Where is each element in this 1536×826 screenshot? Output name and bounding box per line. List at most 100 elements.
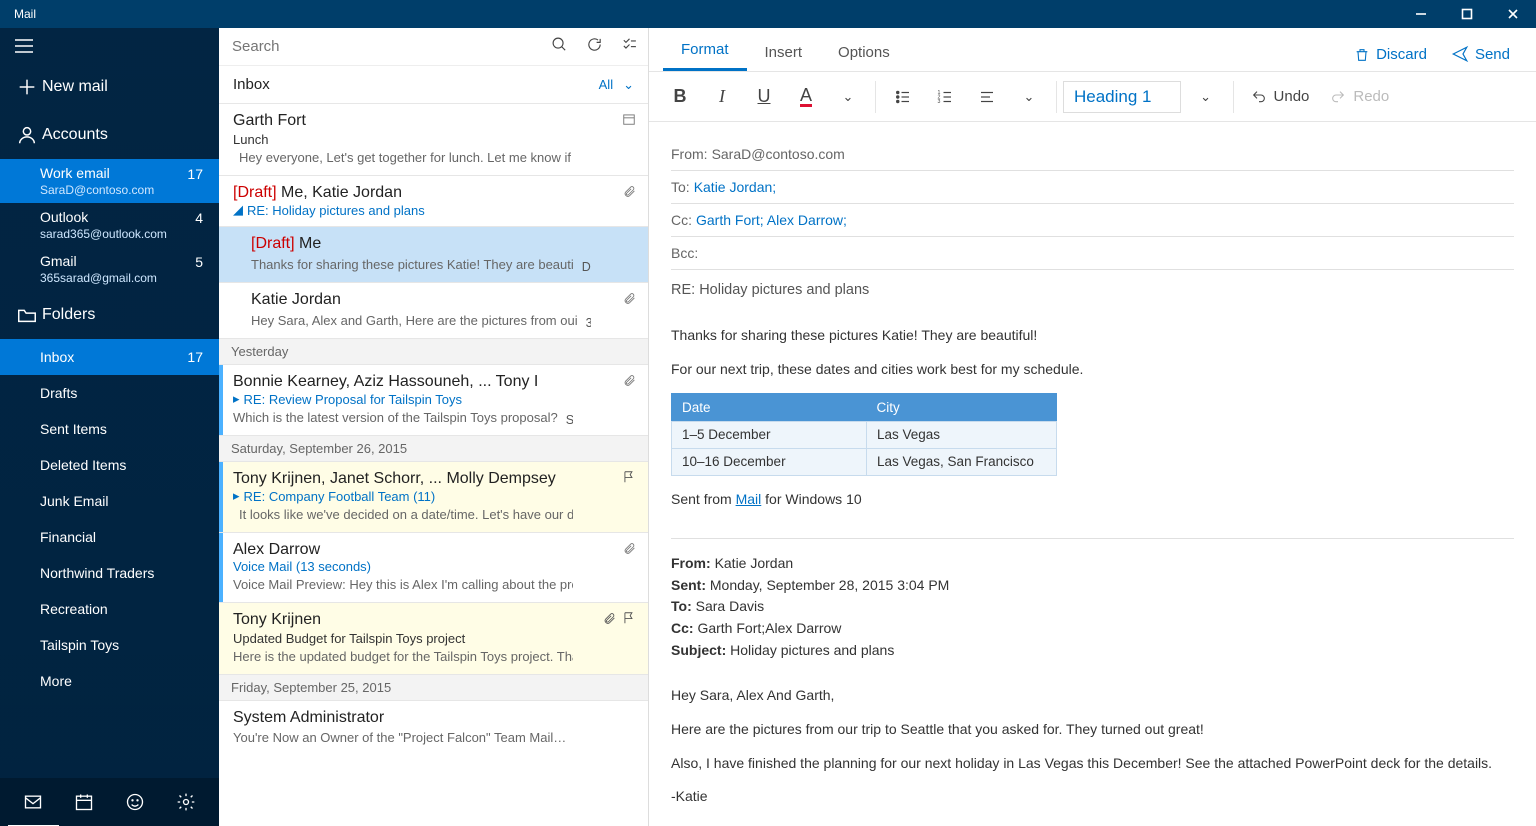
date-separator: Saturday, September 26, 2015: [219, 436, 648, 462]
more-paragraph-button[interactable]: ⌄: [1008, 77, 1050, 117]
bullets-button[interactable]: [882, 77, 924, 117]
new-mail-label: New mail: [42, 78, 203, 96]
folders-label: Folders: [42, 306, 203, 324]
search-icon[interactable]: [551, 36, 568, 57]
folder-junk[interactable]: Junk Email: [0, 483, 219, 519]
message-item[interactable]: Tony Krijnen, Janet Schorr, ... Molly De…: [219, 462, 648, 533]
flag-icon[interactable]: [622, 470, 636, 484]
from-field: From: SaraD@contoso.com: [671, 138, 1514, 171]
bold-button[interactable]: B: [659, 77, 701, 117]
folder-badge: 17: [187, 349, 203, 365]
svg-text:3: 3: [938, 99, 941, 105]
window-minimize-button[interactable]: [1398, 0, 1444, 28]
redo-button[interactable]: Redo: [1319, 88, 1399, 105]
account-badge: 17: [187, 165, 203, 182]
filter-dropdown[interactable]: All⌄: [599, 77, 634, 93]
folder-northwind[interactable]: Northwind Traders: [0, 555, 219, 591]
attachment-icon: [623, 184, 636, 199]
person-icon: [16, 124, 42, 146]
app-title: Mail: [14, 7, 36, 21]
expand-icon: ▸: [233, 391, 240, 407]
format-ribbon: B I U A ⌄ 123 ⌄ Heading 1 ⌄ Undo Redo: [649, 72, 1536, 122]
message-item[interactable]: Tony Krijnen Updated Budget for Tailspin…: [219, 603, 648, 675]
date-separator: Yesterday: [219, 339, 648, 365]
folder-sent[interactable]: Sent Items: [0, 411, 219, 447]
message-item-child[interactable]: Katie Jordan Hey Sara, Alex and Garth, H…: [219, 283, 648, 339]
new-mail-button[interactable]: New mail: [0, 63, 219, 111]
tab-insert[interactable]: Insert: [747, 34, 821, 71]
folder-more[interactable]: More: [0, 663, 219, 699]
feedback-icon[interactable]: [110, 778, 161, 826]
folder-recreation[interactable]: Recreation: [0, 591, 219, 627]
more-font-button[interactable]: ⌄: [827, 77, 869, 117]
sync-icon[interactable]: [586, 36, 603, 57]
bottom-bar: [0, 778, 219, 826]
folder-tailspin[interactable]: Tailspin Toys: [0, 627, 219, 663]
window-maximize-button[interactable]: [1444, 0, 1490, 28]
underline-button[interactable]: U: [743, 77, 785, 117]
accounts-label: Accounts: [42, 126, 203, 144]
collapse-icon: ◢: [233, 202, 243, 218]
date-separator: Friday, September 25, 2015: [219, 675, 648, 701]
recipient-link[interactable]: Garth Fort; Alex Darrow;: [696, 212, 847, 228]
calendar-icon[interactable]: [59, 778, 110, 826]
message-item[interactable]: Garth Fort Lunch Hey everyone, Let's get…: [219, 104, 648, 176]
mail-icon[interactable]: [8, 780, 59, 826]
account-name: Gmail: [40, 253, 157, 269]
bcc-field: Bcc:: [671, 237, 1514, 270]
folder-financial[interactable]: Financial: [0, 519, 219, 555]
folder-icon: [16, 304, 42, 326]
italic-button[interactable]: I: [701, 77, 743, 117]
font-color-button[interactable]: A: [785, 77, 827, 117]
undo-button[interactable]: Undo: [1240, 88, 1320, 105]
more-styles-button[interactable]: ⌄: [1185, 77, 1227, 117]
subject-field[interactable]: RE: Holiday pictures and plans: [671, 270, 1514, 310]
attachment-icon: [623, 541, 636, 556]
account-item-work[interactable]: Work emailSaraD@contoso.com 17: [0, 159, 219, 203]
hamburger-button[interactable]: [0, 28, 219, 63]
mail-app-link[interactable]: Mail: [736, 491, 762, 507]
settings-icon[interactable]: [160, 778, 211, 826]
trip-table[interactable]: DateCity 1–5 DecemberLas Vegas 10–16 Dec…: [671, 393, 1057, 476]
discard-button[interactable]: Discard: [1342, 38, 1439, 71]
folder-drafts[interactable]: Drafts: [0, 375, 219, 411]
search-input[interactable]: [229, 38, 551, 55]
flag-icon[interactable]: [622, 611, 636, 629]
message-item[interactable]: Bonnie Kearney, Aziz Hassouneh, ... Tony…: [219, 365, 648, 436]
compose-tabs: Format Insert Options Discard Send: [649, 28, 1536, 72]
accounts-header[interactable]: Accounts: [0, 111, 219, 159]
message-body[interactable]: From: SaraD@contoso.com To: Katie Jordan…: [649, 122, 1536, 826]
message-item-thread[interactable]: [Draft] Me, Katie Jordan ◢RE: Holiday pi…: [219, 176, 648, 227]
account-item-outlook[interactable]: Outlooksarad365@outlook.com 4: [0, 203, 219, 247]
account-name: Outlook: [40, 209, 167, 225]
align-button[interactable]: [966, 77, 1008, 117]
message-list-pane: Inbox All⌄ Garth Fort Lunch Hey everyone…: [219, 28, 649, 826]
folders-header[interactable]: Folders: [0, 291, 219, 339]
message-item[interactable]: System Administrator You're Now an Owner…: [219, 701, 648, 753]
send-button[interactable]: Send: [1439, 37, 1522, 71]
list-header: Inbox All⌄: [219, 66, 648, 104]
chevron-down-icon: ⌄: [623, 77, 634, 93]
search-bar: [219, 28, 648, 66]
message-item[interactable]: Alex Darrow Voice Mail (13 seconds) Voic…: [219, 533, 648, 603]
expand-icon: ▸: [233, 488, 240, 504]
sidebar: New mail Accounts Work emailSaraD@contos…: [0, 28, 219, 826]
to-field: To: Katie Jordan;: [671, 171, 1514, 204]
attachment-icon: [623, 373, 636, 388]
tab-format[interactable]: Format: [663, 31, 747, 71]
account-email: SaraD@contoso.com: [40, 183, 154, 197]
window-close-button[interactable]: [1490, 0, 1536, 28]
numbered-list-button[interactable]: 123: [924, 77, 966, 117]
folder-deleted[interactable]: Deleted Items: [0, 447, 219, 483]
cc-field: Cc: Garth Fort; Alex Darrow;: [671, 204, 1514, 237]
calendar-event-icon: [622, 112, 636, 126]
account-item-gmail[interactable]: Gmail365sarad@gmail.com 5: [0, 247, 219, 291]
heading-selector[interactable]: Heading 1: [1063, 81, 1181, 113]
select-mode-icon[interactable]: [621, 36, 638, 57]
recipient-link[interactable]: Katie Jordan;: [694, 179, 777, 195]
account-email: 365sarad@gmail.com: [40, 271, 157, 285]
folder-inbox[interactable]: Inbox17: [0, 339, 219, 375]
reading-pane: Format Insert Options Discard Send B I U…: [649, 28, 1536, 826]
message-item-child[interactable]: [Draft] Me Thanks for sharing these pict…: [219, 227, 648, 283]
tab-options[interactable]: Options: [820, 34, 908, 71]
